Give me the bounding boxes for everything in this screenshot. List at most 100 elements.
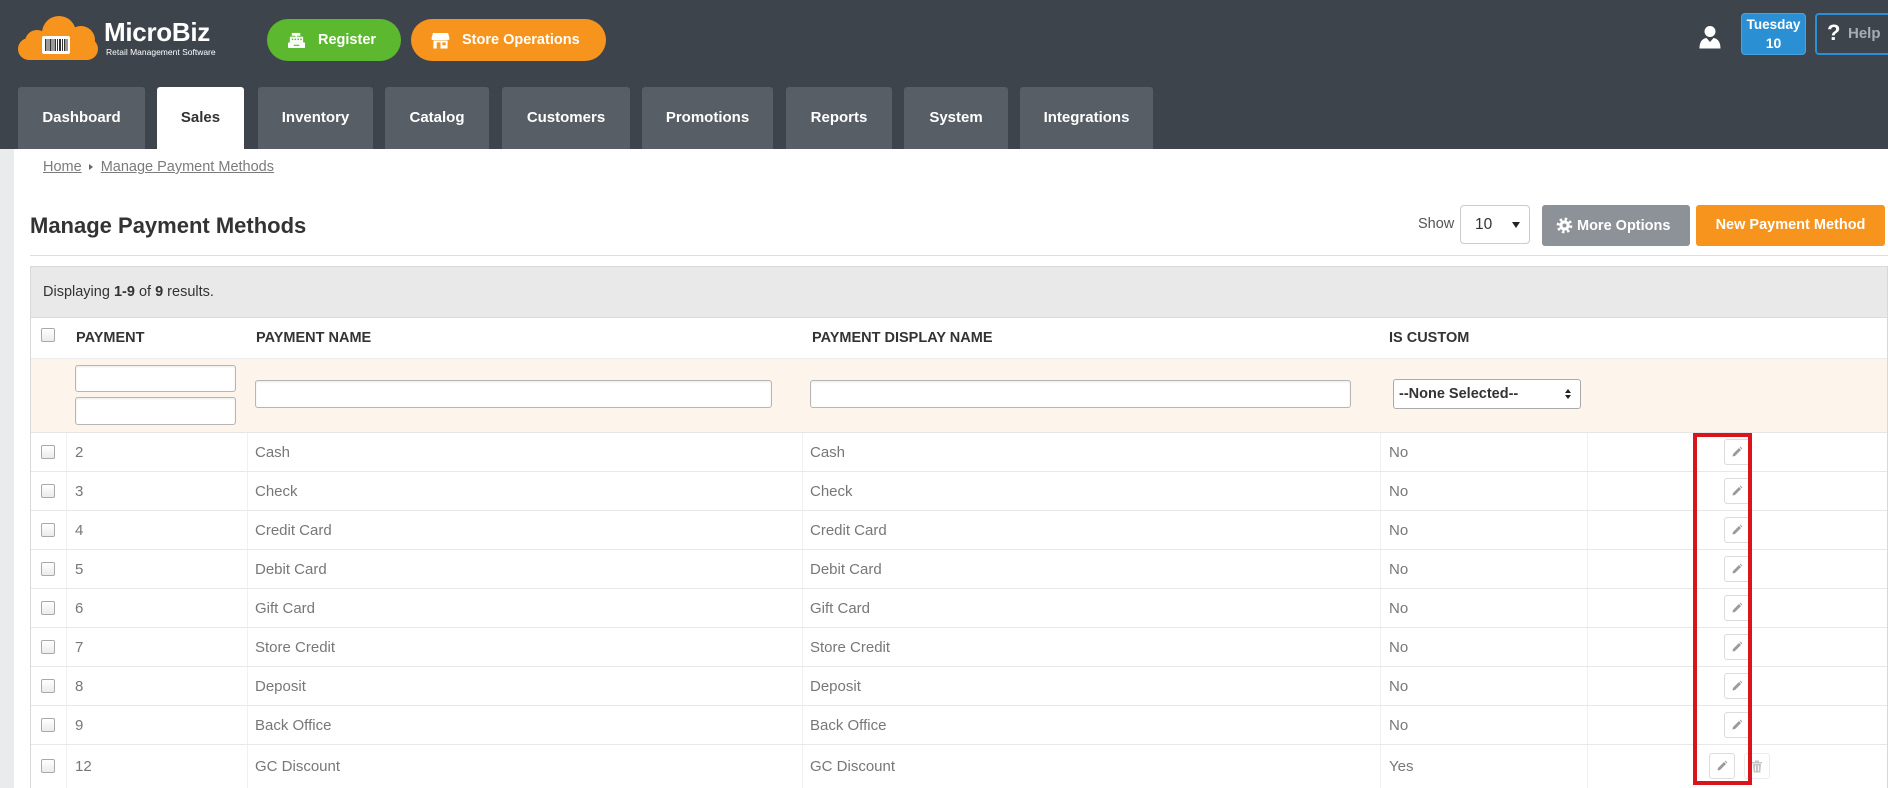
select-all-checkbox[interactable]: [41, 328, 55, 342]
tab-customers[interactable]: Customers: [502, 87, 630, 149]
left-gutter: [0, 149, 14, 788]
cell-payment: 7: [75, 638, 84, 656]
table-row: 7 Store Credit Store Credit No: [31, 628, 1887, 667]
column-divider: [247, 433, 248, 471]
pencil-icon: [1732, 602, 1743, 613]
tab-dashboard[interactable]: Dashboard: [18, 87, 145, 149]
column-divider: [1380, 628, 1381, 666]
cell-payment-display-name: Store Credit: [810, 638, 891, 656]
cell-payment: 4: [75, 521, 84, 539]
column-divider: [1587, 550, 1588, 588]
store-operations-button[interactable]: Store Operations: [411, 19, 606, 61]
breadcrumb-home-link[interactable]: Home: [43, 159, 82, 175]
cell-payment-name: Cash: [255, 443, 291, 461]
edit-button[interactable]: [1724, 595, 1750, 621]
table-row: 9 Back Office Back Office No: [31, 706, 1887, 745]
table-header: PAYMENT PAYMENT NAME PAYMENT DISPLAY NAM…: [31, 318, 1887, 358]
pencil-icon: [1732, 446, 1743, 457]
cell-payment-display-name: GC Discount: [810, 758, 896, 775]
cell-payment: 6: [75, 599, 84, 617]
tab-system[interactable]: System: [904, 87, 1008, 149]
is-custom-filter-select[interactable]: --None Selected--: [1393, 379, 1581, 409]
tab-promotions[interactable]: Promotions: [642, 87, 773, 149]
column-divider: [247, 667, 248, 705]
summary-of: of: [138, 284, 152, 300]
tab-catalog[interactable]: Catalog: [385, 87, 489, 149]
row-checkbox[interactable]: [41, 562, 55, 576]
table-body: 2 Cash Cash No 3 Check Check No 4 Credit Card Cred…: [31, 433, 1887, 788]
payment-display-name-filter-input[interactable]: [810, 380, 1351, 408]
microbiz-logo-icon[interactable]: [17, 12, 101, 62]
payment-filter-from-input[interactable]: [75, 365, 236, 392]
tab-inventory[interactable]: Inventory: [258, 87, 373, 149]
row-checkbox[interactable]: [41, 445, 55, 459]
tab-sales[interactable]: Sales: [157, 87, 244, 149]
date-badge[interactable]: Tuesday 10: [1741, 13, 1806, 55]
breadcrumb: Home Manage Payment Methods: [43, 159, 274, 176]
new-payment-method-button[interactable]: New Payment Method: [1696, 205, 1885, 246]
row-checkbox[interactable]: [41, 718, 55, 732]
table-row: 5 Debit Card Debit Card No: [31, 550, 1887, 589]
edit-button[interactable]: [1724, 478, 1750, 504]
page-size-value: 10: [1475, 216, 1493, 233]
table-row: 2 Cash Cash No: [31, 433, 1887, 472]
edit-button[interactable]: [1724, 634, 1750, 660]
cell-payment: 12: [75, 758, 92, 775]
edit-button[interactable]: [1724, 556, 1750, 582]
edit-button[interactable]: [1724, 673, 1750, 699]
edit-button[interactable]: [1724, 439, 1750, 465]
column-divider: [1380, 745, 1381, 788]
register-button[interactable]: Register: [267, 19, 401, 61]
column-divider: [66, 511, 67, 549]
column-divider: [802, 550, 803, 588]
edit-button[interactable]: [1709, 753, 1735, 779]
help-button[interactable]: Help: [1815, 13, 1888, 55]
payment-filter-to-input[interactable]: [75, 397, 236, 425]
logo-tagline: Retail Management Software: [106, 47, 216, 57]
cell-payment-display-name: Debit Card: [810, 560, 882, 578]
row-checkbox[interactable]: [41, 640, 55, 654]
summary-range: 1-9: [113, 284, 135, 300]
more-options-button[interactable]: More Options: [1542, 205, 1690, 246]
title-divider: [30, 255, 1888, 256]
column-header-payment-display-name[interactable]: PAYMENT DISPLAY NAME: [812, 318, 993, 358]
cell-is-custom: Yes: [1389, 758, 1414, 775]
user-icon[interactable]: [1699, 25, 1721, 49]
column-divider: [1587, 511, 1588, 549]
column-divider: [247, 511, 248, 549]
gear-icon: [1556, 217, 1573, 234]
cell-is-custom: No: [1389, 599, 1409, 617]
column-header-payment-name[interactable]: PAYMENT NAME: [256, 318, 371, 358]
breadcrumb-current-link[interactable]: Manage Payment Methods: [101, 159, 274, 175]
edit-button[interactable]: [1724, 517, 1750, 543]
pencil-icon: [1732, 680, 1743, 691]
cell-payment-name: GC Discount: [255, 758, 341, 775]
tab-integrations[interactable]: Integrations: [1020, 87, 1153, 149]
row-checkbox[interactable]: [41, 523, 55, 537]
column-divider: [66, 589, 67, 627]
cell-payment-display-name: Gift Card: [810, 599, 871, 617]
row-checkbox[interactable]: [41, 601, 55, 615]
cell-is-custom: No: [1389, 521, 1409, 539]
cell-payment-display-name: Deposit: [810, 677, 861, 695]
edit-button[interactable]: [1724, 712, 1750, 738]
row-checkbox[interactable]: [41, 484, 55, 498]
column-header-payment[interactable]: PAYMENT: [76, 318, 145, 358]
filter-row: --None Selected--: [31, 358, 1887, 433]
delete-button[interactable]: [1744, 753, 1770, 779]
column-divider: [247, 706, 248, 744]
column-divider: [1380, 511, 1381, 549]
table-row: 12 GC Discount GC Discount Yes: [31, 745, 1887, 788]
tab-reports[interactable]: Reports: [786, 87, 892, 149]
column-header-is-custom[interactable]: IS CUSTOM: [1389, 318, 1469, 358]
cell-payment-display-name: Back Office: [810, 716, 887, 734]
page-size-select[interactable]: 10: [1460, 205, 1530, 244]
page-title: Manage Payment Methods: [30, 213, 307, 238]
column-divider: [1587, 628, 1588, 666]
cell-payment-name: Store Credit: [255, 638, 336, 656]
row-checkbox[interactable]: [41, 679, 55, 693]
payment-name-filter-input[interactable]: [255, 380, 772, 408]
show-label: Show: [1418, 216, 1455, 232]
cell-payment: 3: [75, 482, 84, 500]
row-checkbox[interactable]: [41, 759, 55, 773]
